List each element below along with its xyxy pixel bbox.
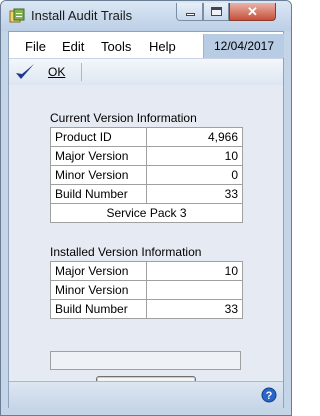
minor-version-label: Minor Version [50,165,147,185]
table-row: Minor Version [50,280,243,300]
maximize-icon [211,7,222,16]
ok-button[interactable]: OK [48,65,65,79]
menu-bar: File Edit Tools Help 12/04/2017 [9,32,284,58]
close-icon: ✕ [247,4,258,19]
window-client: File Edit Tools Help 12/04/2017 OK Curre… [8,31,284,408]
app-icon [9,8,25,23]
installed-version-heading: Installed Version Information [50,245,202,259]
installed-minor-version-value [146,280,243,300]
product-id-label: Product ID [50,127,147,147]
table-row: Major Version 10 [50,146,243,166]
table-row: Major Version 10 [50,261,243,281]
svg-text:?: ? [266,390,273,402]
table-row: Minor Version 0 [50,165,243,185]
window-title: Install Audit Trails [31,8,133,23]
build-number-label: Build Number [50,184,147,204]
title-bar[interactable]: Install Audit Trails ✕ [1,1,291,31]
toolbar-separator [81,63,82,81]
help-icon[interactable]: ? [261,387,277,403]
product-id-value: 4,966 [146,127,243,147]
checkmark-icon[interactable] [14,62,36,82]
installed-major-version-value: 10 [146,261,243,281]
current-version-table: Product ID 4,966 Major Version 10 Minor … [50,127,243,223]
menu-edit[interactable]: Edit [62,39,84,54]
install-audit-trails-window: Install Audit Trails ✕ File Edit Tools H… [0,0,292,416]
table-row: Service Pack 3 [50,203,243,223]
menu-tools[interactable]: Tools [101,39,131,54]
installed-build-number-value: 33 [146,299,243,319]
user-date[interactable]: 12/04/2017 [203,34,284,58]
service-pack-value: Service Pack 3 [50,203,243,223]
status-bar: ? [9,381,283,408]
close-button[interactable]: ✕ [229,3,276,21]
build-number-value: 33 [146,184,243,204]
table-row: Build Number 33 [50,184,243,204]
menu-file[interactable]: File [25,39,46,54]
installed-major-version-label: Major Version [50,261,147,281]
toolbar: OK [9,58,283,86]
minor-version-value: 0 [146,165,243,185]
installed-version-table: Major Version 10 Minor Version Build Num… [50,261,243,319]
form-body: Current Version Information Product ID 4… [9,85,283,397]
table-row: Build Number 33 [50,299,243,319]
maximize-button[interactable] [203,3,229,21]
table-row: Product ID 4,966 [50,127,243,147]
minimize-button[interactable] [176,3,203,21]
installed-build-number-label: Build Number [50,299,147,319]
minimize-icon [186,13,195,16]
current-version-heading: Current Version Information [50,111,197,125]
installed-minor-version-label: Minor Version [50,280,147,300]
status-message-box [50,351,241,370]
major-version-label: Major Version [50,146,147,166]
menu-help[interactable]: Help [149,39,176,54]
major-version-value: 10 [146,146,243,166]
